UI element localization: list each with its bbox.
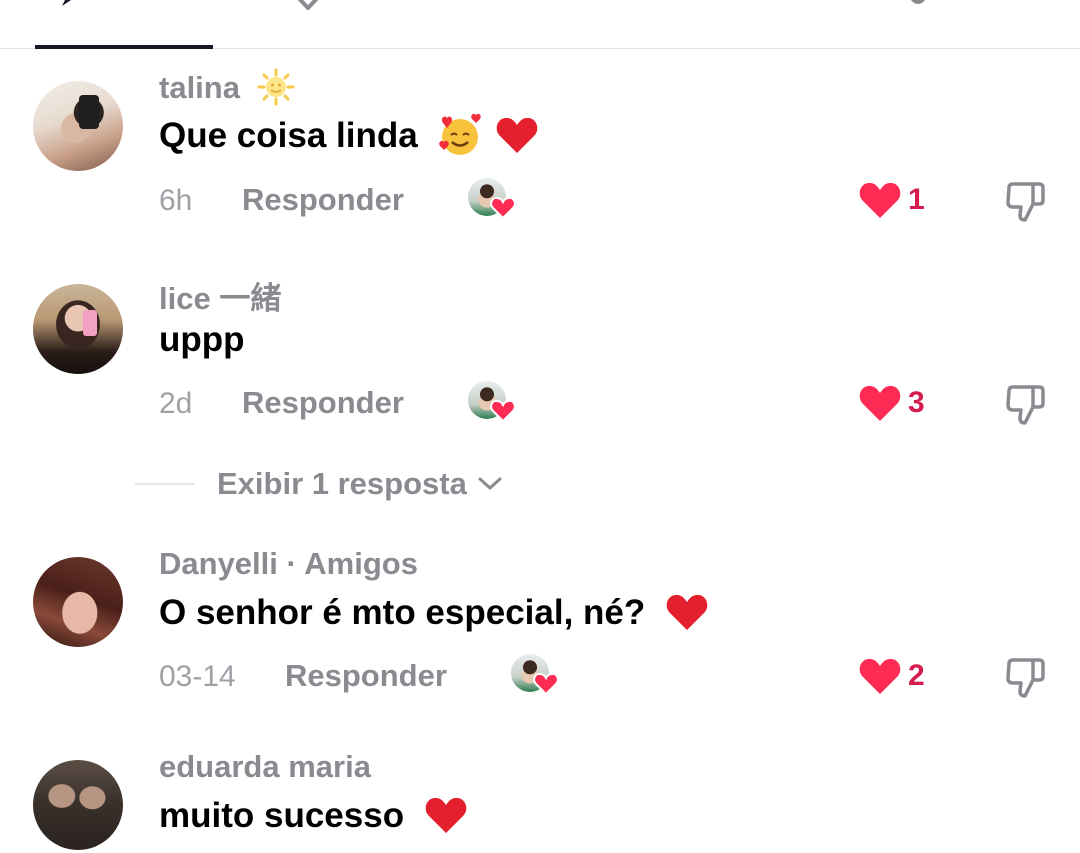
view-replies-label: Exibir 1 resposta (217, 466, 467, 501)
avatar-phone (83, 310, 97, 336)
avatar-phone (79, 95, 99, 129)
heart-filled-icon (859, 658, 901, 694)
heart-icon (490, 196, 516, 220)
comment-icon[interactable] (58, 0, 104, 12)
like-button[interactable]: 1 (858, 180, 925, 220)
red-heart-emoji (666, 594, 708, 630)
red-heart-emoji (425, 797, 467, 833)
comment-username[interactable]: eduarda maria (159, 749, 371, 785)
like-count: 2 (908, 659, 925, 692)
like-button[interactable]: 2 (858, 656, 925, 696)
comment-time: 6h (159, 184, 193, 217)
smiling-face-with-hearts-emoji (439, 113, 482, 155)
view-replies-button[interactable]: Exibir 1 resposta (135, 462, 503, 506)
heart-filled-icon (859, 385, 901, 421)
creator-liked-badge (511, 654, 559, 698)
chevron-down-icon (478, 477, 502, 490)
heart-filled-icon (859, 182, 901, 218)
avatar[interactable] (33, 760, 123, 850)
reply-button[interactable]: Responder (285, 658, 447, 694)
replies-divider-line (135, 483, 195, 485)
comment-time: 03-14 (159, 660, 236, 693)
heart-icon (533, 672, 559, 696)
thumbs-down-icon[interactable] (1003, 383, 1047, 427)
comment-time: 2d (159, 387, 193, 420)
comment-username[interactable]: talina (159, 68, 295, 106)
heart-icon (490, 399, 516, 423)
heart-outline-icon[interactable] (290, 0, 326, 12)
avatar[interactable] (33, 81, 123, 171)
red-heart-emoji (496, 117, 538, 153)
comment-username[interactable]: lice 一緒 (159, 273, 281, 318)
avatar[interactable] (33, 284, 123, 374)
active-tab-indicator (35, 45, 213, 49)
reply-button[interactable]: Responder (242, 385, 404, 421)
creator-liked-badge (468, 178, 516, 222)
like-button[interactable]: 3 (858, 383, 925, 423)
comment-username[interactable]: Danyelli · Amigos (159, 546, 418, 582)
tab-more-dot (910, 0, 926, 4)
like-count: 1 (908, 183, 925, 216)
comment-tabs-bar (0, 0, 1080, 49)
reply-button[interactable]: Responder (242, 182, 404, 218)
sun-emoji (257, 68, 295, 106)
comment-text: Que coisa linda (159, 113, 539, 157)
creator-liked-badge (468, 381, 516, 425)
comments-page: talina Que coisa linda 6h Responder 1 li… (0, 0, 1080, 853)
avatar[interactable] (33, 557, 123, 647)
comment-text: O senhor é mto especial, né? (159, 593, 709, 633)
like-count: 3 (908, 386, 925, 419)
thumbs-down-icon[interactable] (1003, 656, 1047, 700)
thumbs-down-icon[interactable] (1003, 180, 1047, 224)
comment-text: uppp (159, 320, 245, 359)
comment-text: muito sucesso (159, 796, 468, 836)
